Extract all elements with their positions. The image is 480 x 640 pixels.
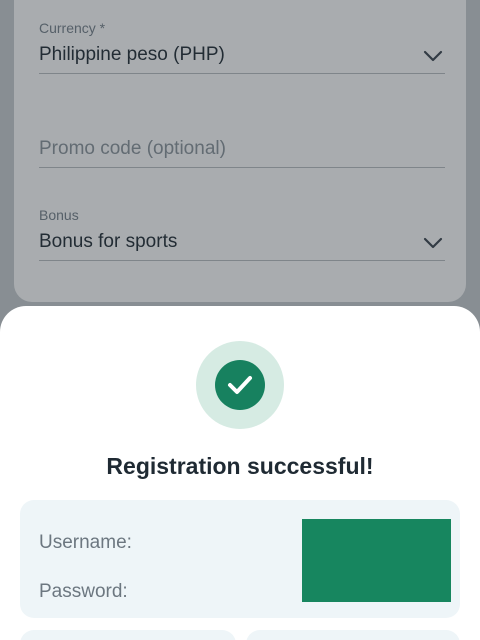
- sheet-action-button-right[interactable]: [246, 630, 460, 640]
- sheet-action-button-left[interactable]: [20, 630, 236, 640]
- username-label: Username:: [39, 532, 132, 553]
- success-bottom-sheet: Registration successful! Username: Passw…: [0, 306, 480, 640]
- password-label: Password:: [39, 581, 128, 602]
- check-badge: [215, 360, 265, 410]
- credentials-panel: Username: Password:: [20, 500, 460, 618]
- credentials-redaction: [302, 519, 451, 602]
- dialog-title: Registration successful!: [106, 453, 374, 479]
- check-circle-icon: [196, 341, 284, 429]
- checkmark-icon: [228, 376, 252, 394]
